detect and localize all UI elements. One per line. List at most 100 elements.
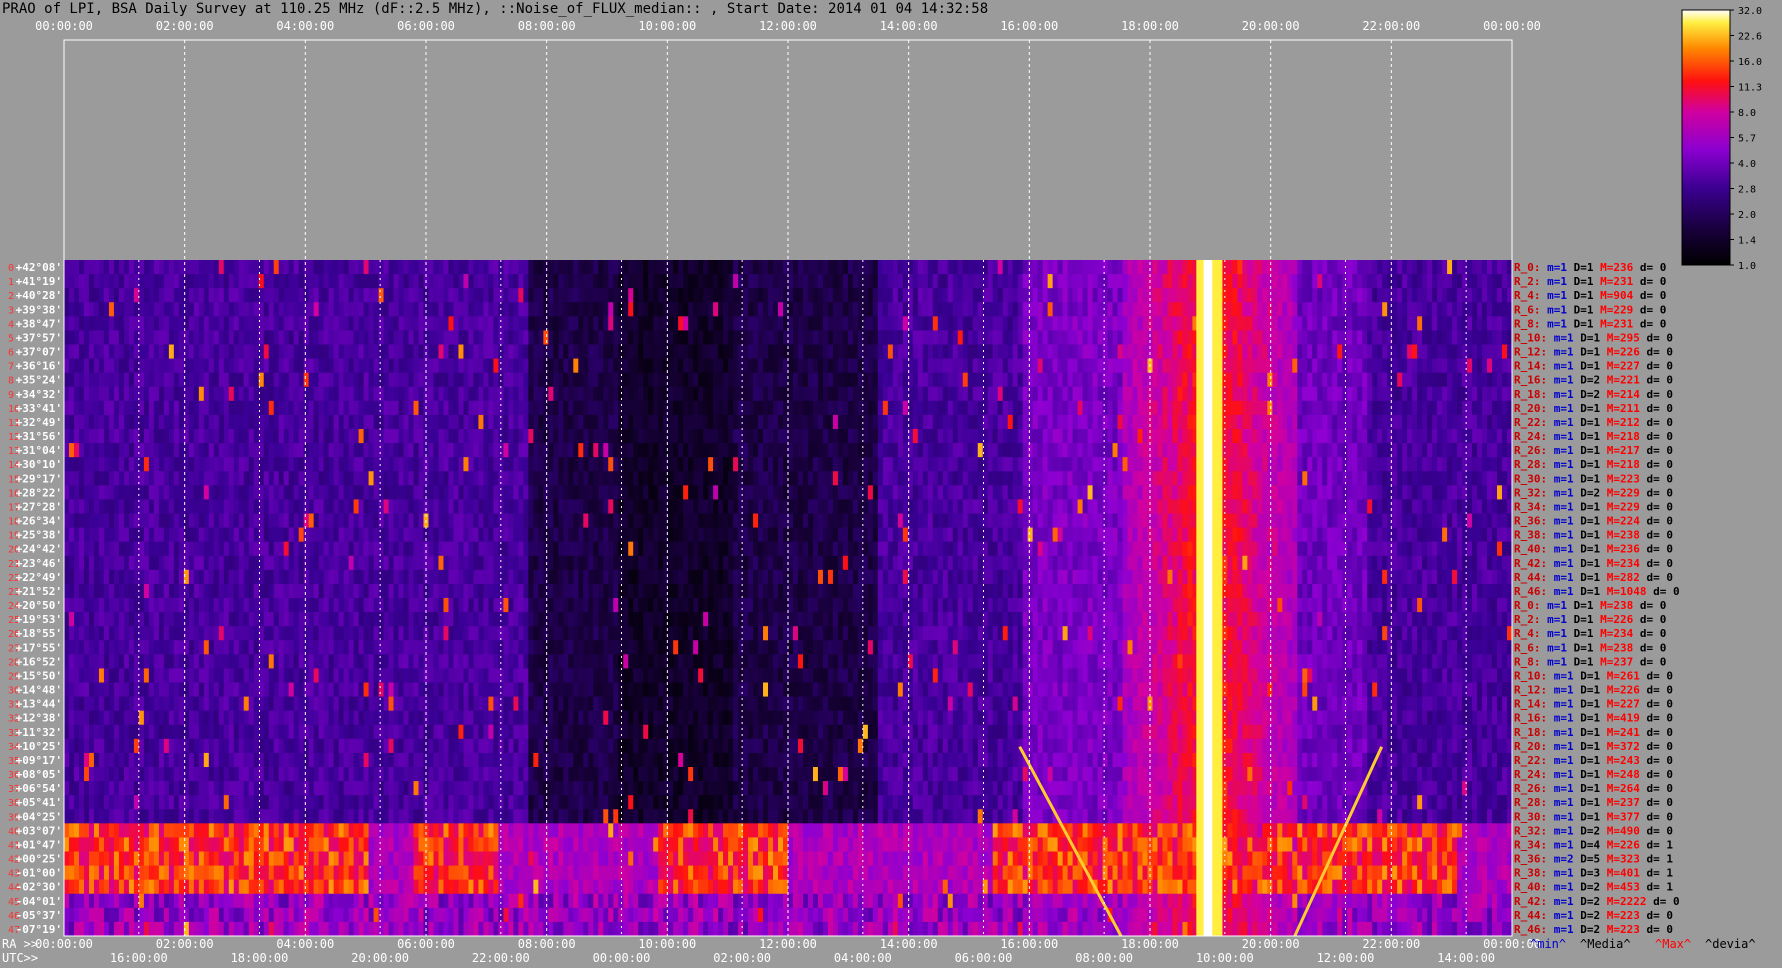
heat-cell xyxy=(1102,274,1108,289)
heat-cell xyxy=(872,471,879,486)
heat-cell xyxy=(1407,288,1413,303)
heat-cell xyxy=(1267,471,1273,486)
heat-cell xyxy=(378,344,384,359)
heat-cell xyxy=(1377,429,1383,444)
heat-cell xyxy=(393,288,399,303)
heat-cell xyxy=(688,485,694,500)
heat-cell xyxy=(1087,344,1093,359)
heat-cell xyxy=(932,302,939,317)
heat-cell xyxy=(228,330,235,345)
heat-cell xyxy=(688,274,694,289)
heat-cell xyxy=(1302,414,1308,430)
heat-cell xyxy=(333,302,340,317)
heat-cell xyxy=(1077,274,1083,289)
heat-cell xyxy=(203,302,210,317)
heat-cell xyxy=(508,288,514,303)
heat-cell xyxy=(418,330,424,345)
heat-cell xyxy=(273,330,280,345)
heat-cell xyxy=(967,400,974,416)
heat-cell xyxy=(1067,400,1073,416)
heat-cell xyxy=(1302,302,1308,317)
heat-cell xyxy=(188,358,195,374)
heat-cell xyxy=(613,302,619,317)
heat-cell xyxy=(108,457,115,472)
heat-cell xyxy=(598,260,604,275)
heat-cell xyxy=(64,429,70,444)
heat-cell xyxy=(1462,414,1468,430)
heat-cell xyxy=(1442,330,1448,345)
heat-cell xyxy=(892,288,899,303)
heat-cell xyxy=(1077,443,1083,458)
heat-cell xyxy=(783,457,789,472)
heat-cell xyxy=(408,400,414,416)
heat-cell xyxy=(1262,316,1268,331)
heat-cell xyxy=(1307,274,1313,289)
heat-cell xyxy=(1072,443,1078,458)
heat-cell xyxy=(773,414,779,430)
heat-cell xyxy=(1422,358,1428,374)
heat-cell xyxy=(598,386,604,402)
heat-cell xyxy=(992,330,999,345)
heat-cell xyxy=(73,400,80,416)
heat-cell xyxy=(1432,372,1438,388)
heat-cell xyxy=(1047,302,1054,317)
heat-cell xyxy=(842,457,849,472)
heat-cell xyxy=(1132,386,1138,402)
heat-cell xyxy=(1347,330,1353,345)
heat-cell xyxy=(817,485,824,500)
heat-cell xyxy=(228,260,235,275)
heat-cell xyxy=(957,316,964,331)
heat-cell xyxy=(203,260,210,275)
heat-cell xyxy=(1277,386,1283,402)
heat-cell xyxy=(288,471,295,486)
heat-cell xyxy=(403,330,409,345)
heat-cell xyxy=(927,485,934,500)
heat-cell xyxy=(1337,344,1343,359)
heat-cell xyxy=(1042,288,1049,303)
heat-cell xyxy=(1447,485,1453,500)
heat-cell xyxy=(563,429,569,444)
heat-cell xyxy=(1177,414,1183,430)
heat-cell xyxy=(997,443,1004,458)
heat-cell xyxy=(373,499,379,514)
heat-cell xyxy=(283,485,290,500)
heat-cell xyxy=(977,429,984,444)
heat-cell xyxy=(168,499,175,514)
heat-cell xyxy=(1072,274,1078,289)
heat-cell xyxy=(1162,260,1168,275)
heat-cell xyxy=(603,316,609,331)
heat-cell xyxy=(748,372,754,388)
heat-cell xyxy=(93,485,100,500)
heat-cell xyxy=(1017,372,1024,388)
heat-cell xyxy=(83,372,90,388)
heat-cell xyxy=(173,386,180,402)
heat-cell xyxy=(1162,330,1168,345)
heat-cell xyxy=(1332,429,1338,444)
heat-cell xyxy=(278,316,285,331)
heat-cell xyxy=(942,260,949,275)
heat-cell xyxy=(223,358,230,374)
heat-cell xyxy=(633,457,639,472)
heat-cell xyxy=(807,414,814,430)
heat-cell xyxy=(138,429,145,444)
heat-cell xyxy=(972,400,979,416)
heat-cell xyxy=(413,386,419,402)
heat-cell xyxy=(1487,358,1493,374)
heat-cell xyxy=(663,457,669,472)
heat-cell xyxy=(558,457,564,472)
heat-cell xyxy=(518,429,524,444)
heat-cell xyxy=(733,400,739,416)
heat-cell xyxy=(423,414,429,430)
heat-cell xyxy=(972,302,979,317)
heat-cell xyxy=(528,471,534,486)
heat-cell xyxy=(1162,400,1168,416)
heat-cell xyxy=(273,344,280,359)
heat-cell xyxy=(1467,358,1473,374)
heat-cell xyxy=(448,358,454,374)
heat-cell xyxy=(778,288,784,303)
heat-cell xyxy=(383,260,389,275)
heat-cell xyxy=(458,344,464,359)
heat-cell xyxy=(1367,330,1373,345)
heat-cell xyxy=(1352,443,1358,458)
heat-cell xyxy=(748,344,754,359)
